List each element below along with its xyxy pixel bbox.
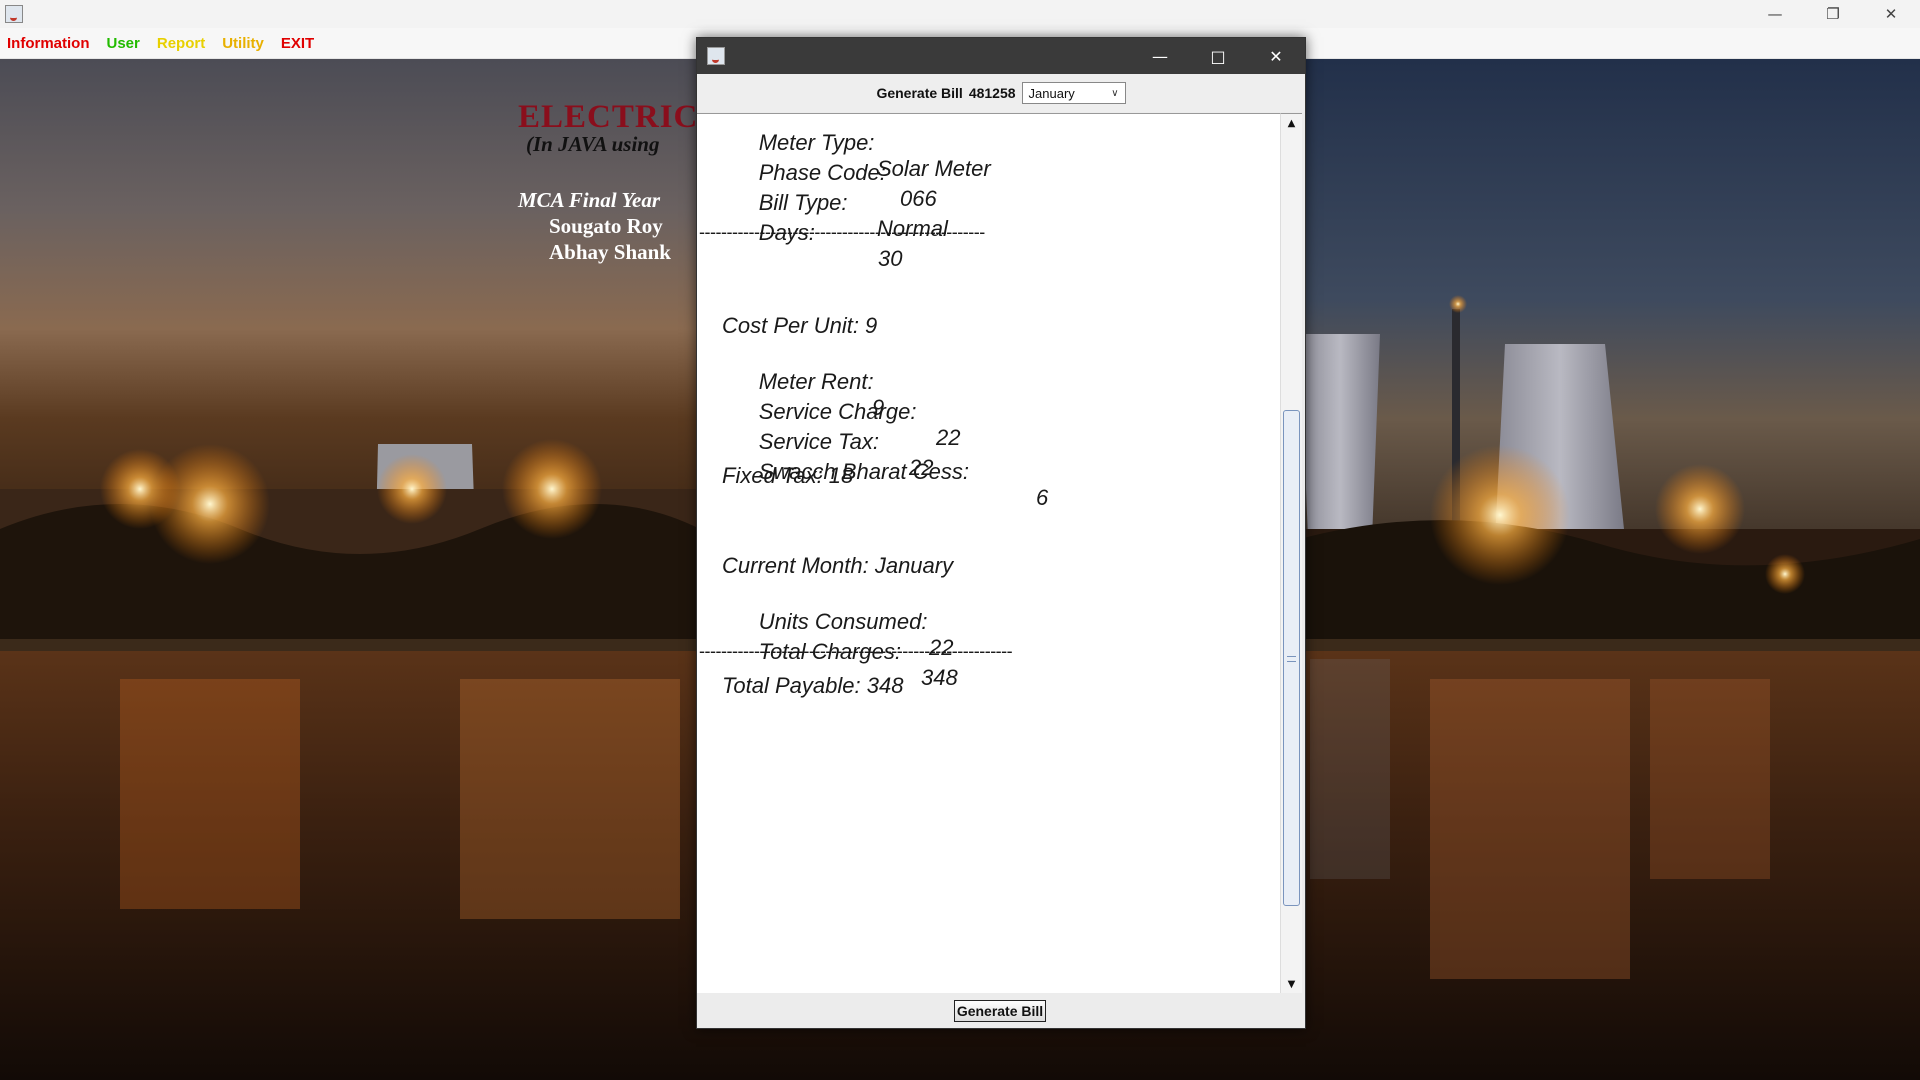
days-value: 30 [878, 246, 903, 271]
credit-line-1: MCA Final Year [518, 188, 660, 212]
dialog-footer: Generate Bill [697, 996, 1303, 1026]
minimize-icon[interactable]: — [1746, 0, 1804, 28]
meter-type-value: Solar Meter [877, 156, 991, 181]
dialog-window-controls: — □ ✕ [1131, 38, 1305, 74]
scrollbar-thumb[interactable] [1283, 410, 1300, 906]
menu-user[interactable]: User [107, 35, 140, 52]
app-titlebar: — ❐ ✕ [0, 0, 1920, 28]
vertical-scrollbar[interactable]: ▲ ▼ [1280, 113, 1302, 993]
dialog-header: Generate Bill 481258 January ∨ [697, 74, 1305, 112]
meter-number: 481258 [968, 85, 1016, 101]
dialog-titlebar[interactable]: — □ ✕ [697, 38, 1305, 74]
credit-line-3: Abhay Shank [549, 240, 671, 264]
menu-utility[interactable]: Utility [222, 35, 264, 52]
close-icon[interactable]: ✕ [1247, 38, 1305, 74]
bill-text-area[interactable]: Meter Type: Solar Meter Phase Code: 066 … [697, 113, 1280, 993]
month-select[interactable]: January ∨ [1021, 82, 1126, 104]
minimize-icon[interactable]: — [1131, 38, 1189, 74]
bill-days: Days: 30 [722, 194, 903, 298]
maximize-icon[interactable]: □ [1189, 38, 1247, 74]
generate-bill-dialog: — □ ✕ Generate Bill 481258 January ∨ Met… [696, 37, 1306, 1029]
bill-current-month: Current Month: January [722, 553, 954, 578]
generate-bill-button[interactable]: Generate Bill [953, 1000, 1047, 1022]
java-app-icon [5, 5, 23, 23]
project-title: ELECTRIC (In JAVA using [518, 99, 698, 157]
bill-cost-per-unit: Cost Per Unit: 9 [722, 313, 878, 338]
menu-exit[interactable]: EXIT [281, 35, 314, 52]
credit-line-2: Sougato Roy [549, 214, 663, 238]
separator-line-2: ----------------------------------------… [699, 641, 1013, 661]
chevron-down-icon: ∨ [1111, 87, 1119, 99]
close-icon[interactable]: ✕ [1862, 0, 1920, 28]
header-label: Generate Bill [876, 85, 963, 101]
menu-information[interactable]: Information [7, 35, 90, 52]
selected-month: January [1028, 85, 1075, 101]
scrollbar-grip-icon [1287, 656, 1296, 662]
swacch-value: 6 [1036, 485, 1049, 510]
bill-total-charges: Total Charges: 348 [722, 613, 958, 717]
separator-line: ----------------------------------------… [699, 222, 985, 242]
title-text: ELECTRIC [518, 99, 699, 135]
phase-code-value: 066 [900, 186, 937, 211]
bill-fixed-tax: Fixed Tax: 18 [722, 463, 854, 488]
menu-report[interactable]: Report [157, 35, 205, 52]
scroll-up-arrow-icon[interactable]: ▲ [1281, 114, 1302, 132]
restore-icon[interactable]: ❐ [1804, 0, 1862, 28]
total-charges-value: 348 [921, 665, 958, 690]
app-window-controls: — ❐ ✕ [1746, 0, 1920, 28]
scroll-down-arrow-icon[interactable]: ▼ [1281, 975, 1302, 993]
java-app-icon [707, 47, 725, 65]
bill-total-payable: Total Payable: 348 [722, 673, 904, 698]
credits: MCA Final Year Sougato Roy Abhay Shank [518, 187, 671, 265]
